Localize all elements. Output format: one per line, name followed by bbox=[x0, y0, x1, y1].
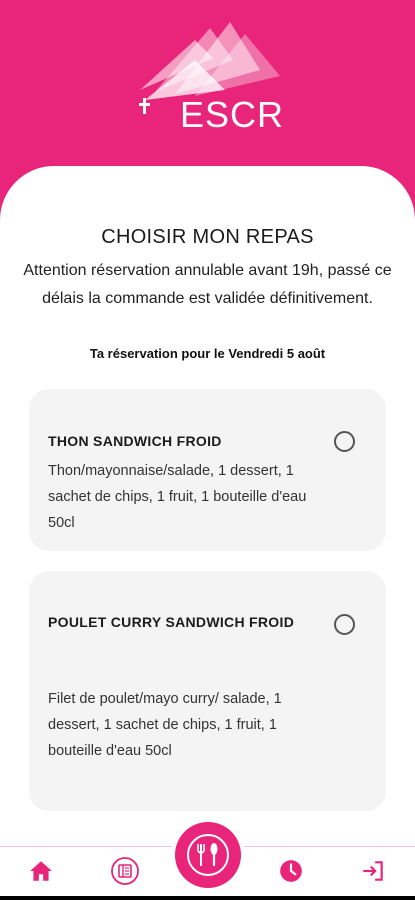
menu-book-icon[interactable] bbox=[110, 856, 140, 886]
logo-text: ESCR bbox=[180, 94, 285, 135]
home-icon[interactable] bbox=[28, 858, 54, 884]
meal-card[interactable]: THON SANDWICH FROID Thon/mayonnaise/sala… bbox=[29, 389, 386, 551]
clock-icon[interactable] bbox=[278, 858, 304, 884]
meal-description: Filet de poulet/mayo curry/ salade, 1 de… bbox=[48, 691, 282, 759]
meal-name: THON SANDWICH FROID bbox=[48, 433, 222, 449]
page-title: CHOISIR MON REPAS bbox=[101, 226, 314, 248]
meal-description: Thon/mayonnaise/salade, 1 dessert, 1 sac… bbox=[48, 463, 307, 531]
meal-radio[interactable] bbox=[334, 431, 355, 452]
cutlery-icon bbox=[187, 834, 229, 876]
meal-name: POULET CURRY SANDWICH FROID bbox=[48, 614, 295, 630]
meal-button[interactable] bbox=[175, 822, 241, 888]
reservation-notice: Attention réservation annulable avant 19… bbox=[23, 262, 392, 307]
meal-card[interactable]: POULET CURRY SANDWICH FROID Filet de pou… bbox=[29, 571, 386, 811]
reservation-date: Ta réservation pour le Vendredi 5 août bbox=[89, 346, 326, 361]
system-bar bbox=[0, 896, 415, 900]
logout-icon[interactable] bbox=[360, 858, 386, 884]
meal-radio[interactable] bbox=[334, 614, 355, 635]
